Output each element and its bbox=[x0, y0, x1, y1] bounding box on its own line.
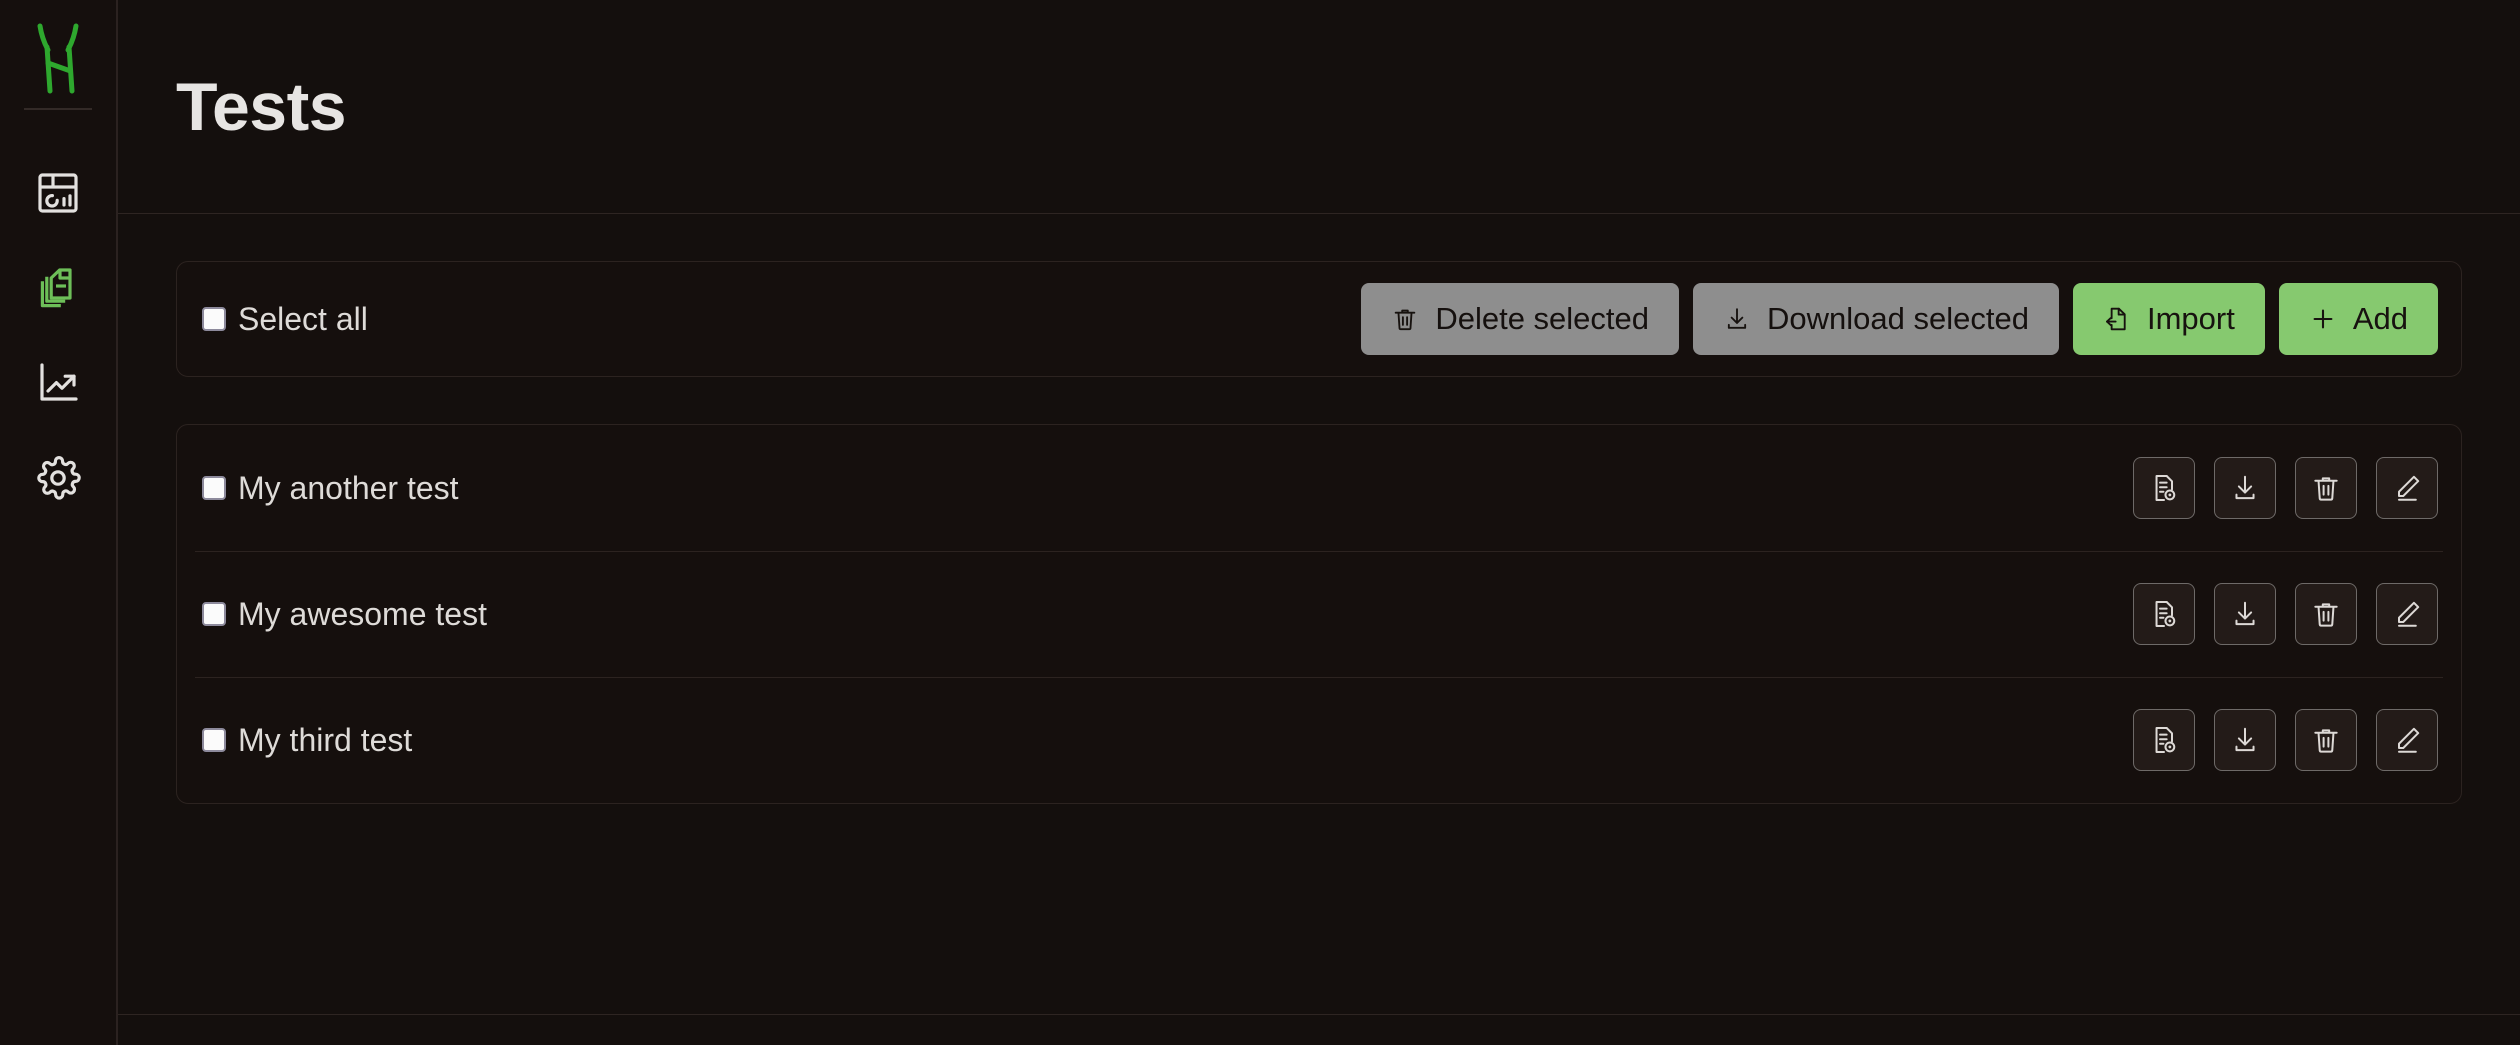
download-test-button[interactable] bbox=[2214, 457, 2276, 519]
file-import-icon bbox=[2106, 307, 2126, 331]
sidebar-item-dashboard[interactable] bbox=[23, 162, 93, 224]
download-icon bbox=[2235, 475, 2255, 500]
sidebar-item-documents[interactable] bbox=[23, 257, 93, 319]
table-row[interactable]: My third test bbox=[177, 677, 2461, 803]
document-preview-icon bbox=[2155, 601, 2176, 627]
document-preview-icon bbox=[2155, 727, 2176, 753]
sidebar-divider bbox=[24, 108, 92, 110]
edit-test-button[interactable] bbox=[2376, 583, 2438, 645]
row-actions bbox=[2133, 583, 2438, 645]
sidebar bbox=[0, 0, 118, 1045]
download-icon bbox=[1727, 308, 1747, 329]
sidebar-item-analytics[interactable] bbox=[23, 352, 93, 414]
content-area: Select all Delete selected Download sele… bbox=[118, 214, 2520, 1045]
download-icon bbox=[2235, 727, 2255, 752]
footer-divider bbox=[118, 1014, 2520, 1015]
toolbar-buttons: Delete selected Download selected Import… bbox=[1361, 283, 2438, 355]
edit-test-button[interactable] bbox=[2376, 709, 2438, 771]
dashboard-grid-icon bbox=[38, 173, 78, 213]
trash-icon bbox=[1395, 309, 1416, 331]
plus-icon bbox=[2313, 309, 2333, 329]
download-test-button[interactable] bbox=[2214, 583, 2276, 645]
test-name: My third test bbox=[238, 721, 413, 758]
import-label: Import bbox=[2146, 301, 2235, 336]
checkbox-box bbox=[202, 476, 226, 500]
row-checkbox[interactable]: My awesome test bbox=[202, 596, 487, 633]
app-root: Tests Select all Delete selected Downloa… bbox=[0, 0, 2520, 1045]
edit-test-button[interactable] bbox=[2376, 457, 2438, 519]
pencil-edit-icon bbox=[2398, 601, 2420, 627]
preview-test-button[interactable] bbox=[2133, 583, 2195, 645]
tests-list-panel: My another test My awesome test My third… bbox=[176, 424, 2462, 804]
select-all-checkbox[interactable]: Select all bbox=[202, 301, 368, 338]
sidebar-item-settings[interactable] bbox=[23, 447, 93, 509]
table-row[interactable]: My another test bbox=[177, 425, 2461, 551]
checkbox-box bbox=[202, 728, 226, 752]
checkbox-box bbox=[202, 307, 226, 331]
horned-h-logo-icon bbox=[37, 23, 79, 94]
row-actions bbox=[2133, 457, 2438, 519]
row-checkbox[interactable]: My another test bbox=[202, 470, 459, 507]
add-label: Add bbox=[2352, 301, 2408, 336]
copy-documents-icon bbox=[40, 268, 72, 308]
table-row[interactable]: My awesome test bbox=[177, 551, 2461, 677]
document-preview-icon bbox=[2155, 475, 2176, 501]
delete-selected-button[interactable]: Delete selected bbox=[1361, 283, 1680, 355]
import-button[interactable]: Import bbox=[2072, 283, 2265, 355]
trash-icon bbox=[2314, 729, 2338, 753]
tests-toolbar-panel: Select all Delete selected Download sele… bbox=[176, 261, 2462, 377]
delete-test-button[interactable] bbox=[2295, 457, 2357, 519]
preview-test-button[interactable] bbox=[2133, 457, 2195, 519]
trash-icon bbox=[2314, 477, 2338, 501]
main-content: Tests Select all Delete selected Downloa… bbox=[118, 0, 2520, 1045]
delete-selected-label: Delete selected bbox=[1435, 301, 1650, 336]
select-all-label: Select all bbox=[238, 300, 368, 337]
download-icon bbox=[2235, 601, 2255, 626]
test-name: My another test bbox=[238, 469, 459, 506]
preview-test-button[interactable] bbox=[2133, 709, 2195, 771]
download-test-button[interactable] bbox=[2214, 709, 2276, 771]
checkbox-box bbox=[202, 602, 226, 626]
add-button[interactable]: Add bbox=[2278, 283, 2438, 355]
gear-icon bbox=[37, 456, 81, 500]
page-header: Tests bbox=[118, 0, 2520, 214]
delete-test-button[interactable] bbox=[2295, 583, 2357, 645]
test-name: My awesome test bbox=[238, 595, 487, 632]
row-checkbox[interactable]: My third test bbox=[202, 722, 412, 759]
trash-icon bbox=[2314, 603, 2338, 627]
download-selected-label: Download selected bbox=[1767, 301, 2029, 336]
delete-test-button[interactable] bbox=[2295, 709, 2357, 771]
app-logo[interactable] bbox=[0, 0, 116, 108]
pencil-edit-icon bbox=[2398, 475, 2420, 501]
trending-up-chart-icon bbox=[40, 363, 78, 401]
row-actions bbox=[2133, 709, 2438, 771]
page-title: Tests bbox=[176, 68, 347, 145]
pencil-edit-icon bbox=[2398, 727, 2420, 753]
download-selected-button[interactable]: Download selected bbox=[1693, 283, 2059, 355]
